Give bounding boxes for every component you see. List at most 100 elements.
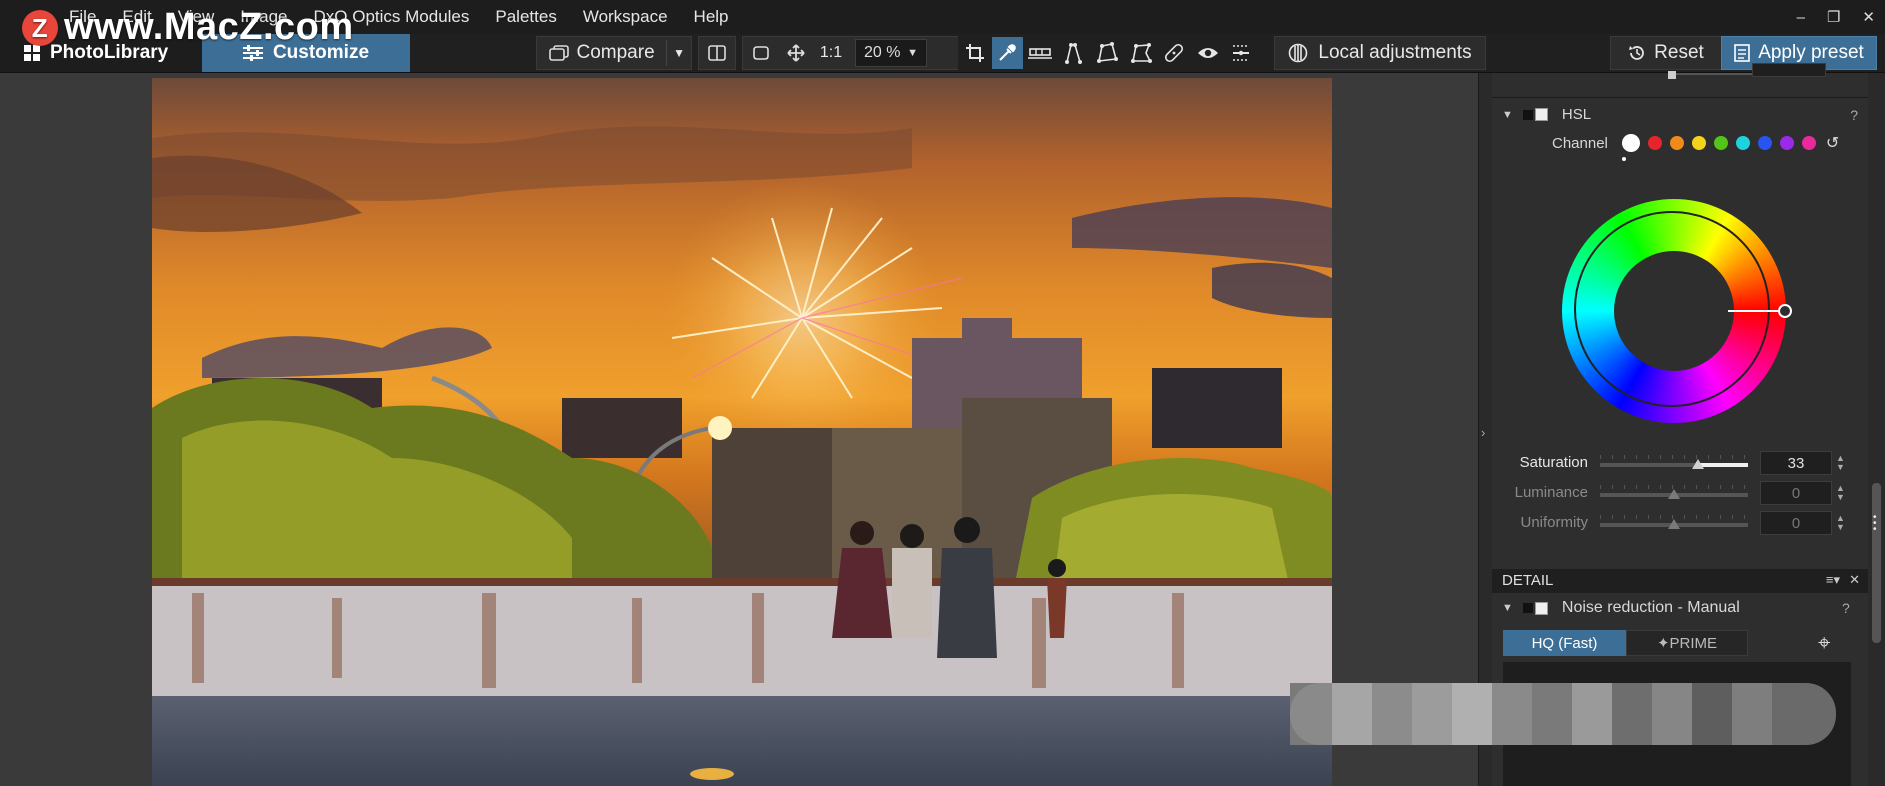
red-eye-tool[interactable] <box>1191 37 1225 69</box>
detail-section-header: DETAIL ≡▾ ✕ <box>1492 569 1868 593</box>
uniformity-value-input[interactable]: 0 <box>1760 511 1832 535</box>
hue-color-wheel[interactable] <box>1562 199 1792 423</box>
nr-help-icon[interactable]: ? <box>1842 600 1850 616</box>
uniformity-label: Uniformity <box>1520 514 1588 531</box>
menu-workspace[interactable]: Workspace <box>570 0 681 34</box>
saturation-slider-fill <box>1697 463 1748 467</box>
menu-help[interactable]: Help <box>681 0 742 34</box>
blurred-region-lower <box>1290 683 1838 745</box>
compare-button[interactable]: Compare <box>537 37 666 69</box>
minimize-button[interactable]: – <box>1797 9 1805 26</box>
luminance-slider-thumb[interactable] <box>1668 489 1680 499</box>
uniformity-spinner[interactable]: ▲ ▼ <box>1836 514 1845 532</box>
perspective-rect-icon <box>1096 42 1118 63</box>
channel-magenta[interactable] <box>1801 136 1816 150</box>
tools-group <box>958 36 1258 70</box>
saturation-spinner[interactable]: ▲ ▼ <box>1836 454 1845 472</box>
luminance-label: Luminance <box>1514 484 1588 501</box>
channel-cyan[interactable] <box>1735 136 1750 150</box>
target-icon[interactable]: ⌖ <box>1818 630 1830 656</box>
luminance-spinner[interactable]: ▲ ▼ <box>1836 484 1845 502</box>
maximize-button[interactable]: ❐ <box>1827 8 1840 26</box>
channel-red[interactable] <box>1647 136 1662 150</box>
preset-icon <box>1734 44 1750 62</box>
zoom-select[interactable]: 20 % ▼ <box>855 39 927 67</box>
white-balance-picker-tool[interactable] <box>991 37 1024 69</box>
zoom-value: 20 % <box>864 44 901 61</box>
channel-green[interactable] <box>1713 136 1728 150</box>
scrollbar-thumb[interactable] <box>1872 483 1881 643</box>
uniformity-slider-thumb[interactable] <box>1668 519 1680 529</box>
hsl-help-icon[interactable]: ? <box>1850 107 1858 123</box>
compare-group: Compare ▼ <box>536 36 692 70</box>
hq-fast-mode-button[interactable]: HQ (Fast) <box>1503 630 1626 656</box>
reset-inner: Reset <box>1611 37 1721 69</box>
watermark-tool[interactable] <box>1224 37 1258 69</box>
split-view-group <box>698 36 736 70</box>
menu-palettes[interactable]: Palettes <box>482 0 569 34</box>
wheel-guide-ring <box>1574 211 1770 407</box>
triangle-down-icon[interactable]: ▼ <box>1502 602 1513 614</box>
photo-image <box>152 78 1332 786</box>
panel-collapse-strip[interactable]: › <box>1478 73 1493 786</box>
saturation-label: Saturation <box>1519 454 1588 471</box>
repair-tool[interactable] <box>1157 37 1191 69</box>
noise-reduction-title: Noise reduction - Manual <box>1561 599 1740 616</box>
panel-scrollbar[interactable]: • • • <box>1868 73 1885 786</box>
perspective-8pt-tool[interactable] <box>1124 37 1158 69</box>
watermark-icon <box>1233 45 1250 61</box>
compare-dropdown-icon[interactable]: ▼ <box>667 37 691 69</box>
chevron-right-icon[interactable]: › <box>1481 425 1485 440</box>
more-icon[interactable]: • • • <box>1873 513 1877 535</box>
pan-button[interactable] <box>779 37 813 69</box>
photo-preview[interactable] <box>152 78 1332 786</box>
watermark-text: www.MacZ.com <box>64 6 354 48</box>
local-adjustments-button[interactable]: Local adjustments <box>1274 36 1486 70</box>
perspective-rect-tool[interactable] <box>1090 37 1124 69</box>
split-view-button[interactable] <box>699 37 735 69</box>
hsl-enable-checkbox[interactable] <box>1534 108 1548 121</box>
channel-purple[interactable] <box>1779 136 1794 150</box>
undo-icon[interactable]: ↺ <box>1826 133 1839 153</box>
noise-reduction-header[interactable]: ▼ Noise reduction - Manual <box>1502 599 1740 617</box>
crop-icon <box>965 44 984 62</box>
chevron-down-icon: ▼ <box>907 47 918 59</box>
palette-menu-icon[interactable]: ≡▾ <box>1826 572 1840 588</box>
local-adjustments-inner: Local adjustments <box>1275 37 1485 69</box>
crop-tool[interactable] <box>958 37 992 69</box>
local-adjustments-label: Local adjustments <box>1318 42 1472 63</box>
hsl-title: HSL <box>1561 106 1592 123</box>
saturation-value-input[interactable]: 33 <box>1760 451 1832 475</box>
close-icon[interactable]: ✕ <box>1849 572 1860 588</box>
hue-handle[interactable] <box>1778 304 1792 318</box>
partial-slider-thumb[interactable] <box>1668 71 1676 79</box>
noise-reduction-checkbox[interactable] <box>1534 601 1548 615</box>
fit-screen-icon <box>753 46 769 60</box>
close-window-button[interactable]: ✕ <box>1862 8 1875 26</box>
channel-label: Channel <box>1552 134 1608 152</box>
history-icon <box>1629 46 1645 60</box>
channel-orange[interactable] <box>1669 136 1684 150</box>
fit-screen-button[interactable] <box>743 37 779 69</box>
luminance-value-input[interactable]: 0 <box>1760 481 1832 505</box>
nr-toggle-dark <box>1522 603 1533 613</box>
channel-blue[interactable] <box>1757 136 1772 150</box>
compare-icon <box>548 45 569 61</box>
zoom-1-1-button[interactable]: 1:1 <box>813 37 849 69</box>
apply-preset-label: Apply preset <box>1758 42 1864 63</box>
perspective-tool[interactable] <box>1057 37 1091 69</box>
channel-all[interactable] <box>1621 134 1640 152</box>
saturation-slider-thumb[interactable] <box>1691 459 1704 469</box>
horizon-icon <box>1027 48 1052 59</box>
triangle-down-icon[interactable]: ▼ <box>1502 109 1513 121</box>
reset-button[interactable]: Reset <box>1610 36 1722 70</box>
image-viewer[interactable] <box>0 73 1490 786</box>
hsl-header[interactable]: ▼ HSL <box>1502 106 1591 123</box>
channel-yellow[interactable] <box>1691 136 1706 150</box>
detail-title: DETAIL <box>1502 572 1554 589</box>
eye-icon <box>1197 48 1218 58</box>
horizon-tool[interactable] <box>1023 37 1057 69</box>
selected-channel-indicator <box>1622 157 1626 161</box>
prime-mode-button[interactable]: ✦PRIME <box>1626 630 1748 656</box>
partial-number-box[interactable] <box>1752 63 1826 77</box>
